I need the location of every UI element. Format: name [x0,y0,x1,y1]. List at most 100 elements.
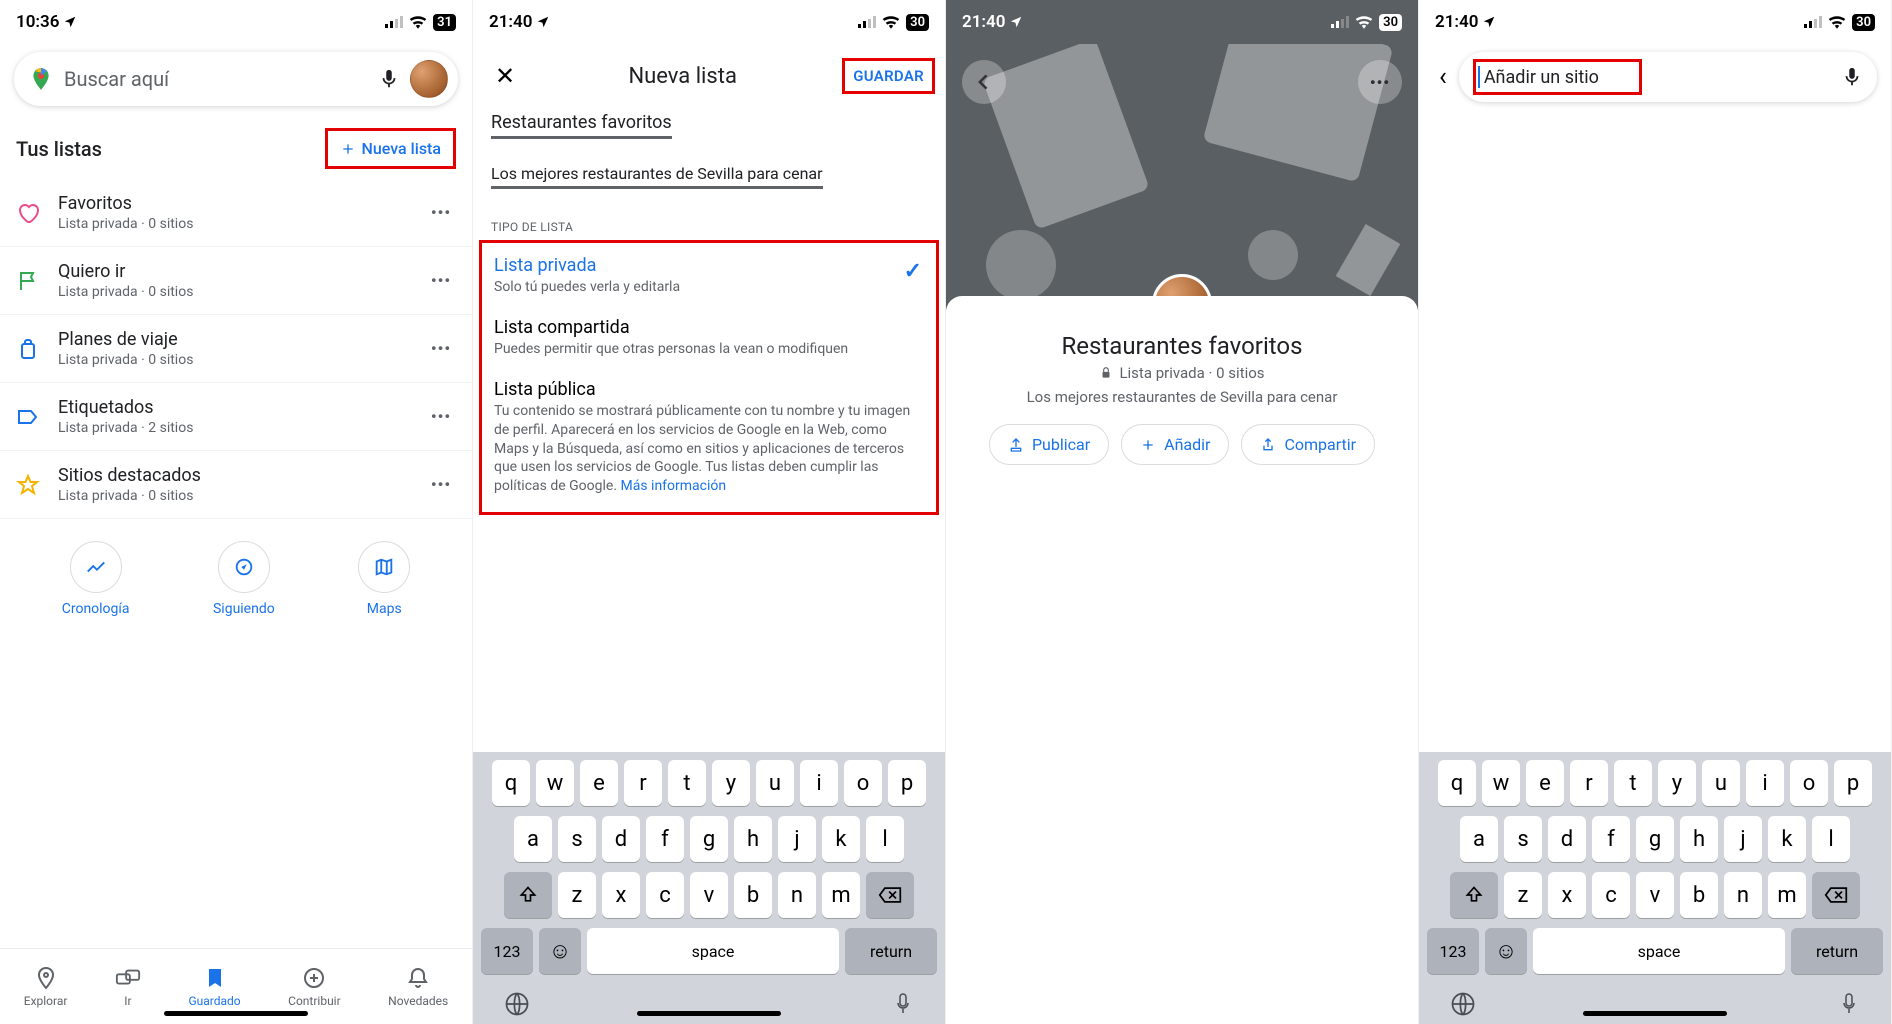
key-w[interactable]: w [536,760,574,806]
add-button[interactable]: Añadir [1121,424,1229,465]
key-i[interactable]: i [800,760,838,806]
home-indicator[interactable] [637,1011,781,1016]
list-name-input[interactable]: Restaurantes favoritos [473,108,945,137]
key-x[interactable]: x [1548,872,1586,918]
key-n[interactable]: n [1724,872,1762,918]
key-b[interactable]: b [1680,872,1718,918]
key-g[interactable]: g [1636,816,1674,862]
key-p[interactable]: p [888,760,926,806]
nav-contribute[interactable]: Contribuir [288,966,341,1008]
list-item-want-to-go[interactable]: Quiero irLista privada · 0 sitios ••• [0,247,472,315]
keyboard[interactable]: qwertyuiop asdfghjkl zxcvbnm 123 ☺ space… [473,752,945,1024]
new-list-button[interactable]: Nueva lista [325,128,456,169]
mic-icon[interactable] [378,68,400,90]
key-u[interactable]: u [1702,760,1740,806]
key-e[interactable]: e [1526,760,1564,806]
home-indicator[interactable] [1583,1011,1727,1016]
nav-saved[interactable]: Guardado [188,966,240,1008]
more-icon[interactable]: ••• [426,271,456,290]
key-w[interactable]: w [1482,760,1520,806]
more-info-link[interactable]: Más información [621,478,727,494]
list-type-private[interactable]: Lista privada Solo tú puedes verla y edi… [482,245,936,307]
dictation-mic-icon[interactable] [1837,990,1861,1018]
nav-go[interactable]: Ir [115,966,141,1008]
key-h[interactable]: h [1680,816,1718,862]
more-icon[interactable]: ••• [426,475,456,494]
space-key[interactable]: space [1533,928,1785,974]
emoji-key[interactable]: ☺ [539,928,581,974]
close-button[interactable]: ✕ [487,58,523,94]
globe-icon[interactable] [503,990,531,1018]
back-button[interactable] [962,60,1006,104]
globe-icon[interactable] [1449,990,1477,1018]
tab-following[interactable]: Siguiendo [213,541,275,617]
key-i[interactable]: i [1746,760,1784,806]
keyboard[interactable]: qwertyuiop asdfghjkl zxcvbnm 123 ☺ space… [1419,752,1891,1024]
tab-maps[interactable]: Maps [358,541,410,617]
key-m[interactable]: m [822,872,860,918]
key-s[interactable]: s [1504,816,1542,862]
more-icon[interactable]: ••• [426,407,456,426]
key-d[interactable]: d [1548,816,1586,862]
key-j[interactable]: j [1724,816,1762,862]
key-x[interactable]: x [602,872,640,918]
key-k[interactable]: k [1768,816,1806,862]
key-y[interactable]: y [1658,760,1696,806]
key-f[interactable]: f [1592,816,1630,862]
nav-updates[interactable]: Novedades [388,966,448,1008]
key-n[interactable]: n [778,872,816,918]
nav-explore[interactable]: Explorar [24,966,68,1008]
key-j[interactable]: j [778,816,816,862]
key-a[interactable]: a [1460,816,1498,862]
key-f[interactable]: f [646,816,684,862]
numeric-key[interactable]: 123 [481,928,533,974]
key-s[interactable]: s [558,816,596,862]
list-item-starred[interactable]: Sitios destacadosLista privada · 0 sitio… [0,451,472,519]
tab-timeline[interactable]: Cronología [62,541,130,617]
key-o[interactable]: o [844,760,882,806]
more-icon[interactable]: ••• [426,203,456,222]
backspace-key[interactable] [866,872,914,918]
key-v[interactable]: v [1636,872,1674,918]
list-type-shared[interactable]: Lista compartida Puedes permitir que otr… [482,307,936,369]
key-l[interactable]: l [866,816,904,862]
publish-button[interactable]: Publicar [989,424,1109,465]
numeric-key[interactable]: 123 [1427,928,1479,974]
key-k[interactable]: k [822,816,860,862]
return-key[interactable]: return [845,928,937,974]
list-item-labeled[interactable]: EtiquetadosLista privada · 2 sitios ••• [0,383,472,451]
mic-icon[interactable] [1841,66,1863,88]
save-button[interactable]: GUARDAR [842,58,935,94]
key-p[interactable]: p [1834,760,1872,806]
home-indicator[interactable] [164,1011,308,1016]
space-key[interactable]: space [587,928,839,974]
key-b[interactable]: b [734,872,772,918]
shift-key[interactable] [504,872,552,918]
key-z[interactable]: z [1504,872,1542,918]
list-type-public[interactable]: Lista pública Tu contenido se mostrará p… [482,369,936,506]
key-g[interactable]: g [690,816,728,862]
more-icon[interactable]: ••• [426,339,456,358]
back-button[interactable]: ‹ [1433,58,1453,96]
add-place-search[interactable]: Añadir un sitio [1459,52,1877,102]
key-r[interactable]: r [1570,760,1608,806]
key-t[interactable]: t [1614,760,1652,806]
key-t[interactable]: t [668,760,706,806]
key-m[interactable]: m [1768,872,1806,918]
key-c[interactable]: c [646,872,684,918]
list-description-input[interactable]: Los mejores restaurantes de Sevilla para… [473,159,945,188]
key-l[interactable]: l [1812,816,1850,862]
search-bar[interactable]: Buscar aquí [14,52,458,106]
share-button[interactable]: Compartir [1241,424,1375,465]
key-a[interactable]: a [514,816,552,862]
list-item-favorites[interactable]: FavoritosLista privada · 0 sitios ••• [0,179,472,247]
key-d[interactable]: d [602,816,640,862]
key-o[interactable]: o [1790,760,1828,806]
list-item-travel-plans[interactable]: Planes de viajeLista privada · 0 sitios … [0,315,472,383]
profile-avatar[interactable] [410,60,448,98]
shift-key[interactable] [1450,872,1498,918]
more-button[interactable]: ••• [1358,60,1402,104]
key-c[interactable]: c [1592,872,1630,918]
key-q[interactable]: q [492,760,530,806]
key-u[interactable]: u [756,760,794,806]
